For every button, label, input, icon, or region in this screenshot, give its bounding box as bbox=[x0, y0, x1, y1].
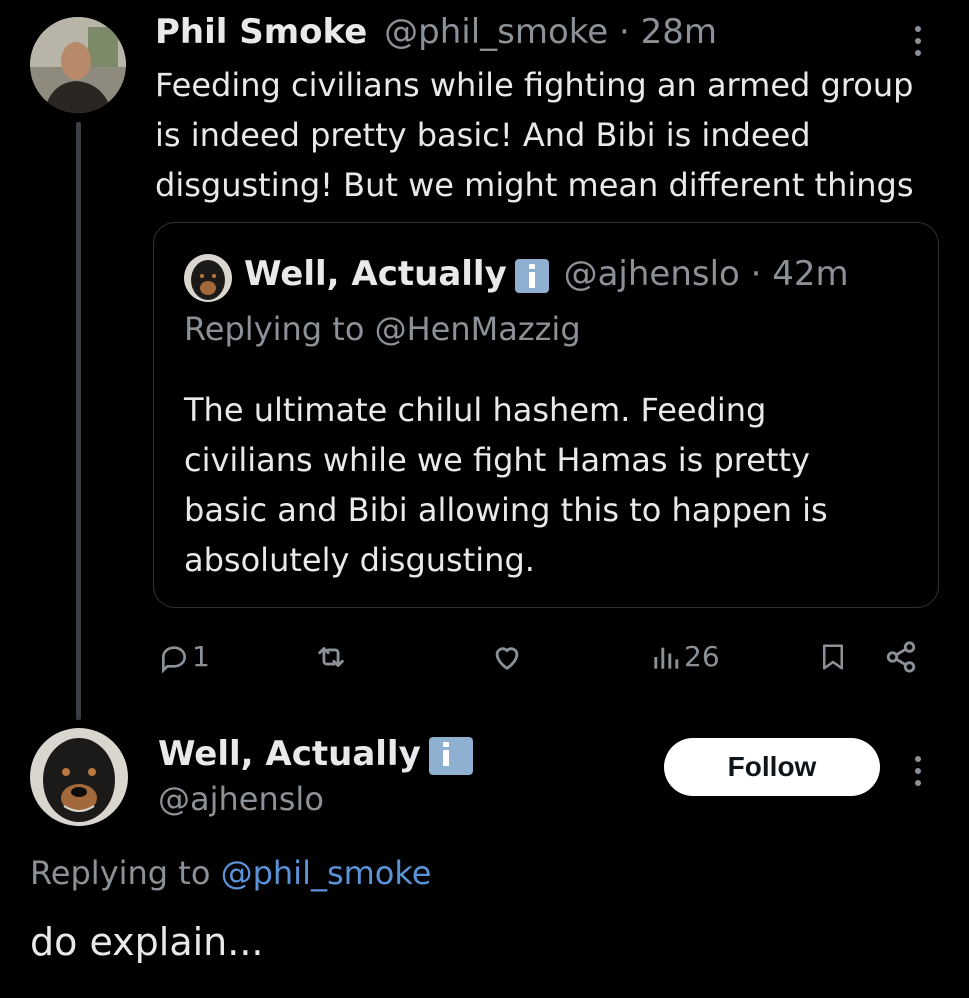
tweet-text: Feeding civilians while fighting an arme… bbox=[155, 60, 955, 210]
replying-handle-link[interactable]: @phil_smoke bbox=[221, 854, 432, 892]
info-badge-icon bbox=[514, 258, 549, 293]
author-name[interactable]: Well, Actually bbox=[158, 734, 421, 774]
separator: · bbox=[750, 254, 762, 294]
bookmark-icon bbox=[823, 644, 843, 670]
info-badge-icon bbox=[428, 736, 473, 775]
quoted-text-line: basic and Bibi allowing this to happen i… bbox=[184, 491, 828, 529]
follow-button[interactable]: Follow bbox=[664, 738, 880, 796]
quoted-avatar bbox=[184, 254, 232, 302]
tweet-text-line: is indeed pretty basic! And Bibi is inde… bbox=[155, 116, 811, 154]
bookmark-button[interactable] bbox=[818, 640, 848, 674]
reply-text: do explain... bbox=[30, 920, 264, 964]
tweet-text-line: disgusting! But we might mean different … bbox=[155, 166, 914, 204]
quoted-timestamp: 42m bbox=[772, 254, 849, 294]
quoted-replying-to: Replying to @HenMazzig bbox=[184, 310, 581, 348]
heart-icon bbox=[495, 647, 519, 671]
quoted-header: Well, Actually @ajhenslo · 42m bbox=[244, 254, 849, 294]
quoted-author-name: Well, Actually bbox=[244, 254, 507, 294]
quoted-handle: @ajhenslo bbox=[563, 254, 740, 294]
quoted-text: The ultimate chilul hashem. Feeding civi… bbox=[184, 385, 924, 585]
views-button[interactable]: 26 bbox=[652, 640, 720, 673]
more-options-icon[interactable] bbox=[915, 26, 923, 62]
author-name[interactable]: Phil Smoke bbox=[155, 12, 367, 52]
share-button[interactable] bbox=[884, 640, 918, 674]
like-button[interactable] bbox=[490, 640, 524, 674]
avatar[interactable] bbox=[30, 17, 126, 113]
replying-prefix: Replying to bbox=[30, 854, 211, 892]
quoted-text-line: The ultimate chilul hashem. Feeding bbox=[184, 391, 767, 429]
views-count: 26 bbox=[684, 640, 720, 673]
author-handle[interactable]: @ajhenslo bbox=[158, 780, 324, 818]
author-block: Well, Actually bbox=[158, 734, 477, 775]
reply-icon bbox=[162, 645, 187, 673]
tweet-text-line: Feeding civilians while fighting an arme… bbox=[155, 66, 914, 104]
quoted-text-line: civilians while we fight Hamas is pretty bbox=[184, 441, 810, 479]
retweet-icon bbox=[318, 647, 344, 667]
retweet-button[interactable] bbox=[314, 640, 348, 674]
timestamp[interactable]: 28m bbox=[641, 12, 717, 52]
avatar[interactable] bbox=[30, 728, 128, 826]
share-icon bbox=[886, 641, 916, 673]
reply-button[interactable]: 1 bbox=[158, 640, 210, 673]
reply-count: 1 bbox=[192, 640, 210, 673]
views-icon bbox=[654, 647, 679, 669]
author-handle[interactable]: @phil_smoke bbox=[384, 12, 608, 52]
more-options-icon[interactable] bbox=[915, 756, 923, 792]
separator: · bbox=[619, 12, 630, 52]
thread-line bbox=[76, 122, 81, 720]
replying-to: Replying to @phil_smoke bbox=[30, 854, 431, 892]
tweet-header: Phil Smoke @phil_smoke · 28m bbox=[155, 12, 717, 52]
quoted-text-line: absolutely disgusting. bbox=[184, 541, 535, 579]
